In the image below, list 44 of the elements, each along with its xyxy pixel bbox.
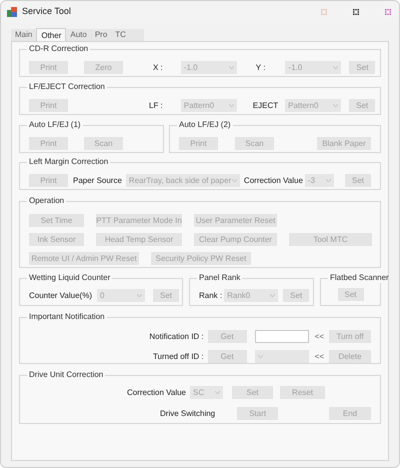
field-label: Drive Switching: [160, 410, 216, 418]
caret-icon: [326, 179, 331, 182]
group-title: Wetting Liquid Counter: [28, 273, 112, 283]
caret-icon: [215, 391, 220, 394]
caret-icon: [270, 294, 276, 297]
caret-icon: [137, 294, 142, 297]
window-title: Service Tool: [22, 5, 71, 18]
group-title: CD-R Correction: [28, 44, 90, 54]
field-label: Y :: [256, 64, 266, 72]
group-title: Important Notification: [28, 312, 106, 322]
group-title: LF/EJECT Correction: [28, 82, 106, 92]
field-label: EJECT: [252, 102, 278, 110]
arrow-marker: <<: [314, 352, 324, 360]
field-label: LF :: [149, 102, 163, 110]
tab[interactable]: TC: [111, 29, 130, 41]
tab[interactable]: Other: [36, 28, 66, 42]
group-title: Flatbed Scanner: [329, 273, 390, 283]
field-label: Rank :: [199, 292, 222, 300]
field-label: Counter Value(%): [29, 292, 92, 300]
group-title: Panel Rank: [198, 273, 242, 283]
group-title: Operation: [28, 196, 66, 206]
group-title: Auto LF/EJ (2): [178, 120, 232, 130]
caret-icon: [258, 355, 263, 358]
group-title: Left Margin Correction: [28, 157, 110, 167]
caret-icon: [232, 179, 237, 182]
notification-id-field[interactable]: [254, 330, 309, 343]
caret-icon: [333, 104, 338, 107]
grid-icon[interactable]: [353, 9, 359, 15]
arrow-marker: <<: [314, 332, 324, 340]
caret-icon: [228, 104, 234, 107]
group-title: Auto LF/EJ (1): [28, 120, 82, 130]
field-label: Correction Value: [127, 388, 186, 396]
app-icon: [7, 7, 17, 17]
field-label: Paper Source: [73, 176, 122, 184]
tab[interactable]: Pro: [90, 29, 112, 41]
caret-icon: [228, 66, 234, 69]
tab[interactable]: Main: [11, 29, 36, 41]
field-label: Turned off ID :: [152, 352, 204, 360]
tab[interactable]: Auto: [66, 29, 91, 41]
field-label: Correction Value: [244, 176, 303, 184]
group-title: Drive Unit Correction: [28, 370, 104, 380]
field-label: X :: [153, 64, 163, 72]
field-label: Notification ID :: [149, 332, 204, 340]
caret-icon: [333, 66, 338, 69]
